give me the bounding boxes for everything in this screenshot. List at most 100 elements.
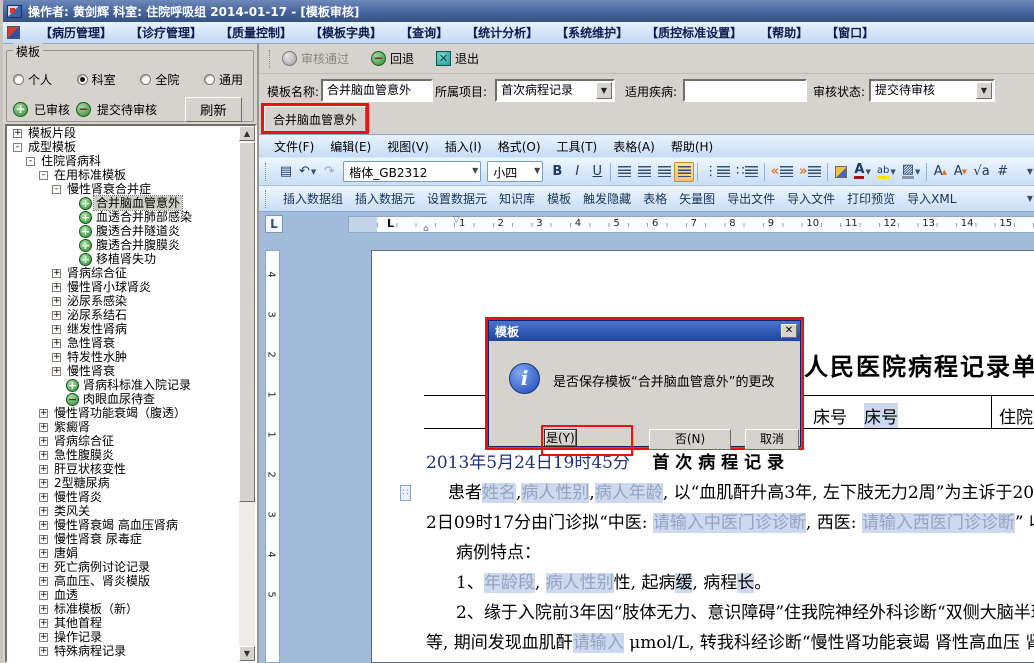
editor-menu-item-6[interactable]: 表格(A) [606,136,662,157]
tree-expand-icon[interactable]: + [39,590,48,600]
tree-expand-icon[interactable]: + [39,604,48,614]
tab-stop-selector[interactable]: L [265,215,283,233]
tree-item-9[interactable]: + 移植肾失功 [7,252,239,266]
tree-expand-icon[interactable]: + [39,492,48,502]
tree-expand-icon[interactable]: + [52,310,61,320]
tree-item-36[interactable]: + 操作记录 [7,630,239,644]
tree-item-37[interactable]: + 特殊病程记录 [7,644,239,658]
paragraph-handle-icon[interactable]: ∷ [400,485,411,501]
align-left-icon[interactable] [614,162,634,182]
exit-button[interactable]: ✕ 退出 [436,50,479,67]
insert-toolbar-button-4[interactable]: 模板 [541,187,577,210]
tree-item-31[interactable]: + 死亡病例讨论记录 [7,560,239,574]
tree-expand-icon[interactable]: + [39,450,48,460]
tree-item-26[interactable]: + 慢性肾炎 [7,490,239,504]
tree-expand-icon[interactable]: + [39,464,48,474]
tree-collapse-icon[interactable]: - [13,142,22,152]
data-field[interactable]: 年龄段 [483,573,535,593]
approved-button[interactable]: 已审核 [34,101,70,118]
menu-item-8[interactable]: 【帮助】 [752,22,816,43]
tree-item-11[interactable]: + 慢性肾小球肾炎 [7,280,239,294]
tree-item-0[interactable]: + 模板片段 [7,126,239,140]
tree-scrollbar[interactable]: ▲ ▼ [239,126,255,661]
tree-item-14[interactable]: + 继发性肾病 [7,322,239,336]
align-justify-icon[interactable] [674,161,695,182]
data-field[interactable]: 缓 [675,573,693,593]
tree-expand-icon[interactable]: + [52,352,61,362]
dialog-close-icon[interactable]: ✕ [781,324,797,338]
tree-item-12[interactable]: + 泌尿系感染 [7,294,239,308]
font-color-icon[interactable]: A ▼ [851,162,873,182]
editor-menu-item-0[interactable]: 文件(F) [267,136,321,157]
menu-item-7[interactable]: 【质控标准设置】 [638,22,750,43]
tree-expand-icon[interactable]: + [39,576,48,586]
tree-item-16[interactable]: + 特发性水肿 [7,350,239,364]
editor-menu-item-2[interactable]: 视图(V) [380,136,436,157]
tree-expand-icon[interactable]: + [39,632,48,642]
grow-font-icon[interactable]: A ▲ [930,162,950,182]
tree-expand-icon[interactable]: + [39,618,48,628]
project-select[interactable]: 首次病程记录 ▼ [495,79,615,102]
approve-button[interactable]: + 审核通过 [282,50,349,67]
menu-item-3[interactable]: 【模板字典】 [302,22,390,43]
data-field[interactable]: 病人性别 [545,573,614,593]
tree-item-2[interactable]: - 住院肾病科 [7,154,239,168]
tree-item-18[interactable]: + 肾病科标准入院记录 [7,378,239,392]
editor-menu-item-5[interactable]: 工具(T) [550,136,605,157]
tree-item-30[interactable]: + 唐娟 [7,546,239,560]
tree-item-32[interactable]: + 高血压、肾炎模版 [7,574,239,588]
outdent-icon[interactable]: « [768,162,796,182]
redo-icon[interactable]: ↷ [319,162,339,182]
menu-item-2[interactable]: 【质量控制】 [212,22,300,43]
data-field[interactable]: 病人性别 [521,483,590,503]
tree-expand-icon[interactable]: + [39,548,48,558]
tree-item-13[interactable]: + 泌尿系结石 [7,308,239,322]
tree-collapse-icon[interactable]: - [26,156,35,166]
align-center-icon[interactable] [634,162,654,182]
fill-color-icon[interactable]: ▨ ▼ [899,162,924,182]
editor-menu-item-3[interactable]: 插入(I) [438,136,489,157]
grid-icon[interactable]: # [993,162,1013,182]
insert-toolbar-button-8[interactable]: 导出文件 [721,187,781,210]
tree-expand-icon[interactable]: + [39,478,48,488]
tree-item-15[interactable]: + 急性肾衰 [7,336,239,350]
editor-menu-item-1[interactable]: 编辑(E) [323,136,378,157]
tree-item-27[interactable]: + 类风关 [7,504,239,518]
data-field[interactable]: 请输入西医门诊诊断 [861,513,1015,533]
editor-menu-item-7[interactable]: 帮助(H) [664,136,720,157]
data-field[interactable]: 请输入 [572,633,624,653]
menu-item-5[interactable]: 【统计分析】 [458,22,546,43]
tree-item-1[interactable]: - 成型模板 [7,140,239,154]
tree-item-4[interactable]: - 慢性肾衰合并症 [7,182,239,196]
font-name-select[interactable]: 楷体_GB2312 ▼ [343,161,482,182]
tree-item-10[interactable]: + 肾病综合征 [7,266,239,280]
hanging-indent-marker[interactable]: ⌂ [423,224,429,234]
tree-item-22[interactable]: + 肾病综合征 [7,434,239,448]
insert-toolbar-button-5[interactable]: 触发隐藏 [577,187,637,210]
tree-expand-icon[interactable]: + [39,562,48,572]
tree-item-3[interactable]: - 在用标准模板 [7,168,239,182]
scroll-up-icon[interactable]: ▲ [239,126,255,141]
tree-item-5[interactable]: + 合并脑血管意外 [7,195,239,211]
yes-button[interactable]: 是(Y) [544,429,577,447]
data-field[interactable]: 请输入中医门诊诊断 [652,513,806,533]
insert-toolbar-button-9[interactable]: 导入文件 [781,187,841,210]
scope-radio-2[interactable]: 全院 [140,71,179,88]
tree-expand-icon[interactable]: + [39,520,48,530]
editor-menu-item-4[interactable]: 格式(O) [491,136,548,157]
data-field[interactable]: 姓名 [482,483,516,503]
dropdown-arrow-icon[interactable]: ▼ [976,82,992,99]
disease-input[interactable] [683,79,807,102]
insert-toolbar-button-1[interactable]: 插入数据元 [349,187,421,210]
tree-expand-icon[interactable]: + [52,366,61,376]
tree-item-28[interactable]: + 慢性肾衰竭 高血压肾病 [7,518,239,532]
tree-expand-icon[interactable]: + [39,534,48,544]
insert-toolbar-button-7[interactable]: 矢量图 [673,187,721,210]
scope-radio-3[interactable]: 通用 [203,71,243,88]
scrollbar-thumb[interactable] [239,142,255,502]
scroll-down-icon[interactable]: ▼ [239,646,255,661]
dropdown-arrow-icon[interactable]: ▼ [596,82,612,99]
no-button[interactable]: 否(N) [649,429,731,450]
tree-item-8[interactable]: + 腹透合并腹膜炎 [7,238,239,252]
tree-expand-icon[interactable]: + [39,646,48,656]
